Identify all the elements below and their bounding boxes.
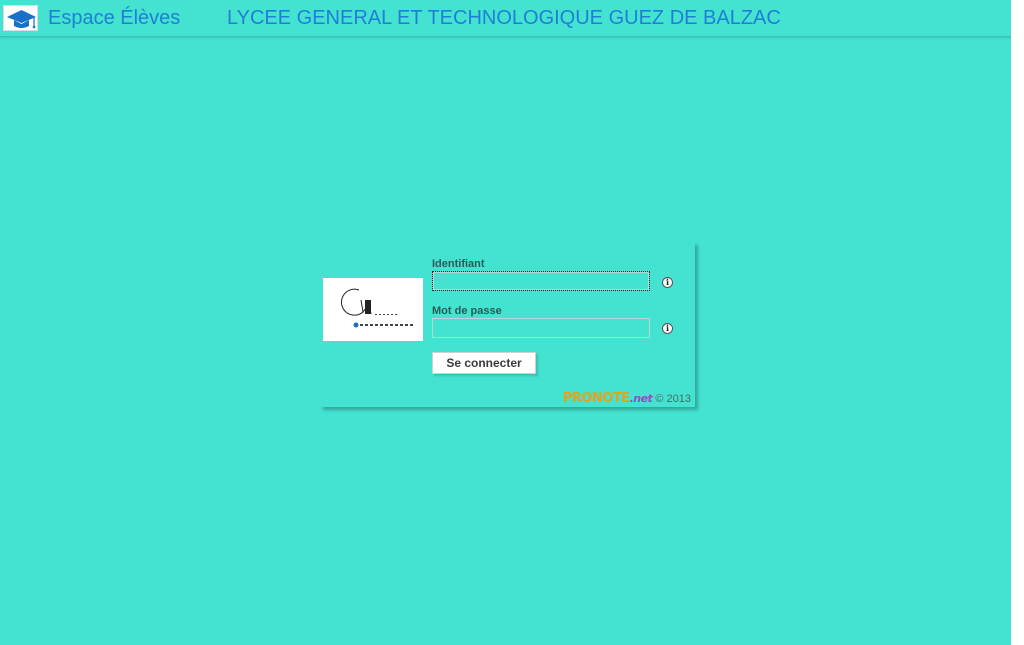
info-icon[interactable]: i bbox=[662, 277, 673, 288]
graduation-cap-icon bbox=[3, 5, 38, 31]
top-bar: Espace Élèves LYCEE GENERAL ET TECHNOLOG… bbox=[0, 0, 1012, 37]
footer: PRONOTE.net © 2013 bbox=[563, 391, 691, 406]
right-edge-strip bbox=[1011, 0, 1024, 645]
password-input[interactable] bbox=[432, 318, 650, 338]
pronote-logo[interactable]: PRONOTE.net bbox=[563, 391, 653, 406]
password-label: Mot de passe bbox=[432, 305, 502, 317]
copyright-text: © 2013 bbox=[655, 393, 691, 405]
username-label: Identifiant bbox=[432, 258, 485, 270]
app-title: Espace Élèves bbox=[48, 7, 181, 29]
login-panel: Identifiant i Mot de passe i Se connecte… bbox=[320, 242, 695, 407]
pronote-brand-name: PRONOTE bbox=[562, 391, 630, 406]
pronote-brand-suffix: .net bbox=[629, 392, 653, 405]
school-logo bbox=[323, 278, 423, 341]
info-icon[interactable]: i bbox=[662, 323, 673, 334]
username-input[interactable] bbox=[432, 271, 650, 291]
school-name: LYCEE GENERAL ET TECHNOLOGIQUE GUEZ DE B… bbox=[227, 7, 781, 29]
connect-button[interactable]: Se connecter bbox=[432, 352, 536, 374]
